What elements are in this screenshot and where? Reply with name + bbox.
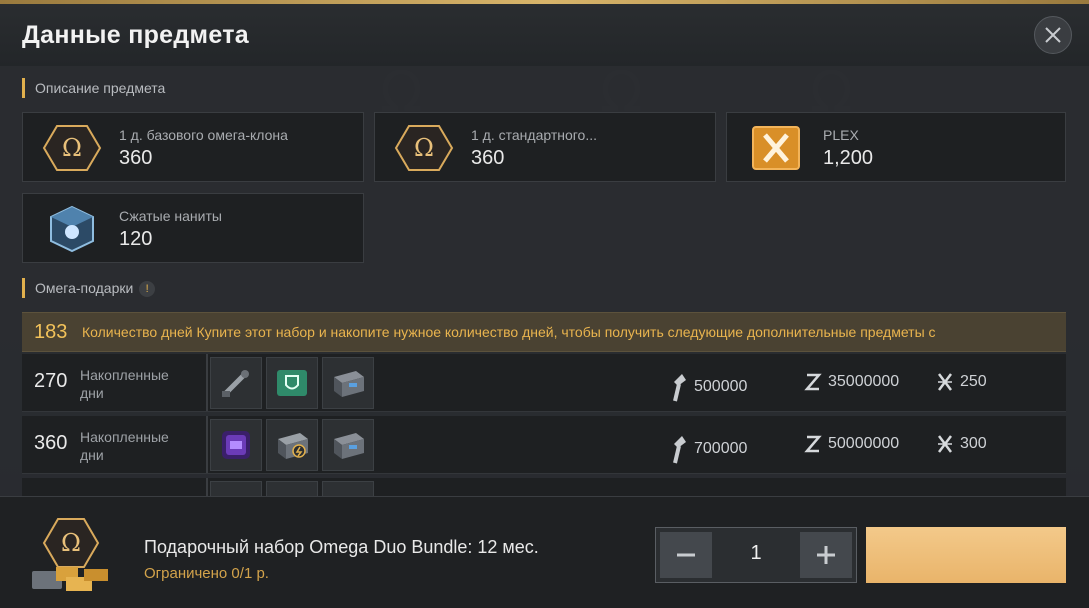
purple-skin-icon bbox=[222, 431, 250, 459]
resource-plex: 300 bbox=[936, 434, 987, 454]
item-qty: 120 bbox=[119, 228, 153, 250]
resource-value: 300 bbox=[960, 435, 987, 452]
reward-slot-crate[interactable] bbox=[322, 357, 374, 409]
item-card-basic-omega[interactable]: Ω 1 д. базового омега-клона 360 bbox=[22, 112, 364, 182]
reward-days-label: Накопленные дни bbox=[80, 367, 169, 401]
item-qty: 360 bbox=[119, 147, 153, 169]
reward-row-360: 360 Накопленные дни 700000 50000000 300 bbox=[22, 416, 1066, 474]
buy-button[interactable] bbox=[866, 527, 1066, 583]
row-divider bbox=[206, 416, 208, 473]
days-banner-text: Количество дней Купите этот набор и нако… bbox=[82, 324, 936, 340]
resource-isk: 35000000 bbox=[804, 372, 899, 392]
omega-bundle-icon: Ω bbox=[26, 517, 116, 597]
crate-icon bbox=[334, 433, 364, 459]
section-label-gifts: Омега-подарки ! bbox=[22, 278, 156, 298]
item-qty: 1,200 bbox=[823, 147, 874, 169]
resource-torch: 700000 bbox=[666, 434, 747, 464]
quantity-value[interactable]: 1 bbox=[716, 542, 796, 565]
increase-button[interactable] bbox=[800, 532, 852, 578]
reward-slot[interactable] bbox=[210, 481, 262, 496]
reward-row-partial bbox=[22, 478, 1066, 496]
plex-small-icon bbox=[938, 435, 952, 453]
quantity-stepper: 1 bbox=[655, 527, 857, 583]
omega-hex-icon: Ω bbox=[393, 123, 455, 173]
purchase-footer: Ω Подарочный набор Omega Duo Bundle: 12 … bbox=[0, 496, 1089, 608]
green-shield-icon bbox=[277, 370, 307, 396]
item-card-plex[interactable]: PLEX 1,200 bbox=[726, 112, 1066, 182]
plus-icon bbox=[817, 546, 835, 564]
resource-value: 35000000 bbox=[828, 373, 900, 390]
plex-small-icon bbox=[938, 373, 952, 391]
reward-slot[interactable] bbox=[266, 481, 318, 496]
dialog-header: Данные предмета bbox=[0, 4, 1089, 66]
resource-value: 700000 bbox=[694, 440, 748, 457]
days-banner: 183 Количество дней Купите этот набор и … bbox=[22, 312, 1066, 352]
section-label-description: Описание предмета bbox=[22, 78, 165, 98]
plex-icon bbox=[745, 123, 807, 173]
reward-row-270: 270 Накопленные дни 500000 35000000 250 bbox=[22, 354, 1066, 412]
isk-icon bbox=[804, 373, 822, 391]
gifts-label-text: Омега-подарки bbox=[35, 280, 134, 296]
svg-text:Ω: Ω bbox=[61, 529, 81, 557]
svg-text:Ω: Ω bbox=[414, 134, 434, 162]
reward-days-label: Накопленные дни bbox=[80, 429, 169, 463]
item-card-nanites[interactable]: Сжатые наниты 120 bbox=[22, 193, 364, 263]
close-icon bbox=[1045, 27, 1061, 43]
item-name: 1 д. базового омега-клона bbox=[119, 127, 288, 143]
isk-icon bbox=[804, 435, 822, 453]
minus-icon bbox=[677, 553, 695, 557]
item-name: PLEX bbox=[823, 127, 859, 143]
item-name: Сжатые наниты bbox=[119, 208, 222, 224]
omega-hex-icon: Ω bbox=[41, 123, 103, 173]
reward-slot-crate[interactable] bbox=[322, 419, 374, 471]
torch-icon bbox=[673, 436, 686, 464]
item-name: 1 д. стандартного... bbox=[471, 127, 598, 143]
svg-text:Ω: Ω bbox=[62, 134, 82, 162]
row-divider bbox=[206, 354, 208, 411]
booster-crate-icon bbox=[278, 433, 308, 459]
dialog-title: Данные предмета bbox=[22, 21, 249, 49]
reward-slot-booster[interactable] bbox=[266, 419, 318, 471]
close-button[interactable] bbox=[1034, 16, 1072, 54]
item-card-standard-omega[interactable]: Ω 1 д. стандартного... 360 bbox=[374, 112, 716, 182]
torch-icon bbox=[673, 374, 686, 402]
decrease-button[interactable] bbox=[660, 532, 712, 578]
resource-plex: 250 bbox=[936, 372, 987, 392]
nanite-cube-icon bbox=[41, 204, 103, 254]
resource-isk: 50000000 bbox=[804, 434, 899, 454]
resource-value: 250 bbox=[960, 373, 987, 390]
resource-torch: 500000 bbox=[666, 372, 747, 402]
reward-slot-turret[interactable] bbox=[210, 357, 262, 409]
reward-slot-shield[interactable] bbox=[266, 357, 318, 409]
resource-value: 500000 bbox=[694, 378, 748, 395]
reward-slot-skin[interactable] bbox=[210, 419, 262, 471]
crate-icon bbox=[334, 371, 364, 397]
row-divider bbox=[206, 478, 208, 496]
dialog-content[interactable]: Описание предмета Ω 1 д. базового омега-… bbox=[0, 66, 1089, 496]
info-icon[interactable]: ! bbox=[139, 281, 156, 298]
item-qty: 360 bbox=[471, 147, 505, 169]
reward-days: 270 bbox=[34, 370, 68, 392]
reward-slot[interactable] bbox=[322, 481, 374, 496]
bundle-name: Подарочный набор Omega Duo Bundle: 12 ме… bbox=[144, 537, 539, 557]
reward-days: 360 bbox=[34, 432, 68, 454]
current-days: 183 bbox=[34, 321, 68, 343]
resource-value: 50000000 bbox=[828, 435, 900, 452]
turret-item-icon bbox=[222, 370, 249, 397]
purchase-limit: Ограничено 0/1 р. bbox=[144, 565, 269, 582]
